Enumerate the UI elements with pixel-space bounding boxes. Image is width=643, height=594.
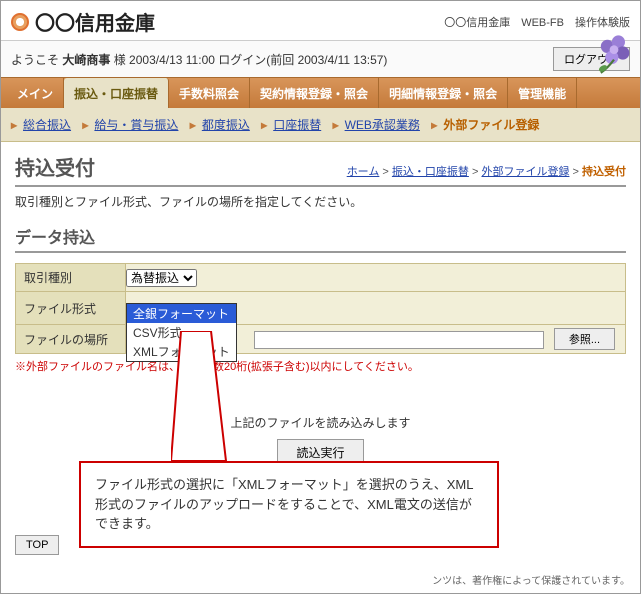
bank-logo-icon (11, 13, 29, 31)
subnav-current: 外部ファイル登録 (443, 116, 539, 133)
file-path-input[interactable] (254, 331, 544, 349)
tab-contract[interactable]: 契約情報登録・照会 (250, 78, 379, 108)
arrow-icon: ▸ (333, 118, 339, 132)
arrow-icon: ▸ (190, 118, 196, 132)
bc-home[interactable]: ホーム (347, 166, 380, 178)
subnav-sougou[interactable]: 総合振込 (23, 116, 71, 133)
bc-l2[interactable]: 外部ファイル登録 (481, 166, 569, 178)
subnav-web[interactable]: WEB承認業務 (345, 116, 420, 133)
arrow-icon: ▸ (261, 118, 267, 132)
transaction-type-select[interactable]: 為替振込 (126, 269, 197, 287)
arrow-icon: ▸ (11, 118, 17, 132)
browse-button[interactable]: 参照... (554, 328, 615, 350)
tab-detail[interactable]: 明細情報登録・照会 (379, 78, 508, 108)
callout-arrow-icon (171, 331, 251, 471)
label-file-format: ファイル形式 (16, 292, 126, 325)
tab-admin[interactable]: 管理機能 (508, 78, 577, 108)
arrow-icon: ▸ (431, 118, 437, 132)
option-zengin[interactable]: 全銀フォーマット (127, 304, 236, 323)
action-label: 上記のファイルを読み込みします (15, 414, 626, 431)
footer-copyright: ンツは、著作権によって保護されています。 (1, 568, 640, 593)
welcome-text: ようこそ 大崎商事 様 2003/4/13 11:00 ログイン(前回 2003… (11, 51, 387, 68)
tab-main[interactable]: メイン (7, 78, 64, 108)
subnav-tsudo[interactable]: 都度振込 (202, 116, 250, 133)
page-title: 持込受付 (15, 152, 95, 181)
form-table: 取引種別 為替振込 ファイル形式 全銀フォーマット CSV形式 XMLフォーマッ… (15, 263, 626, 354)
bc-current: 持込受付 (582, 166, 626, 178)
instruction-text: 取引種別とファイル形式、ファイルの場所を指定してください。 (15, 193, 626, 210)
bank-name: 〇〇信用金庫 (35, 7, 155, 36)
bc-l1[interactable]: 振込・口座振替 (392, 166, 469, 178)
label-file-location: ファイルの場所 (16, 325, 126, 354)
top-button[interactable]: TOP (15, 535, 59, 555)
subnav-kouza[interactable]: 口座振替 (273, 116, 321, 133)
flower-decoration-icon (592, 31, 636, 75)
system-title: 〇〇信用金庫 WEB-FB 操作体験版 (444, 14, 630, 30)
section-title: データ持込 (15, 224, 626, 253)
subnav-kyuyo[interactable]: 給与・賞与振込 (94, 116, 178, 133)
breadcrumb: ホーム > 振込・口座振替 > 外部ファイル登録 > 持込受付 (347, 163, 626, 179)
callout-box: ファイル形式の選択に「XMLフォーマット」を選択のうえ、XML形式のファイルのア… (79, 461, 499, 548)
file-name-note: ※外部ファイルのファイル名は、半角英数20桁(拡張子含む)以内にしてください。 (15, 358, 626, 374)
main-tabs: メイン 振込・口座振替 手数料照会 契約情報登録・照会 明細情報登録・照会 管理… (1, 77, 640, 108)
tab-transfer[interactable]: 振込・口座振替 (64, 78, 169, 108)
arrow-icon: ▸ (82, 118, 88, 132)
label-transaction-type: 取引種別 (16, 264, 126, 292)
sub-nav: ▸ 総合振込 ▸ 給与・賞与振込 ▸ 都度振込 ▸ 口座振替 ▸ WEB承認業務 ▸ 外部フ… (1, 108, 640, 142)
tab-fee[interactable]: 手数料照会 (169, 78, 250, 108)
